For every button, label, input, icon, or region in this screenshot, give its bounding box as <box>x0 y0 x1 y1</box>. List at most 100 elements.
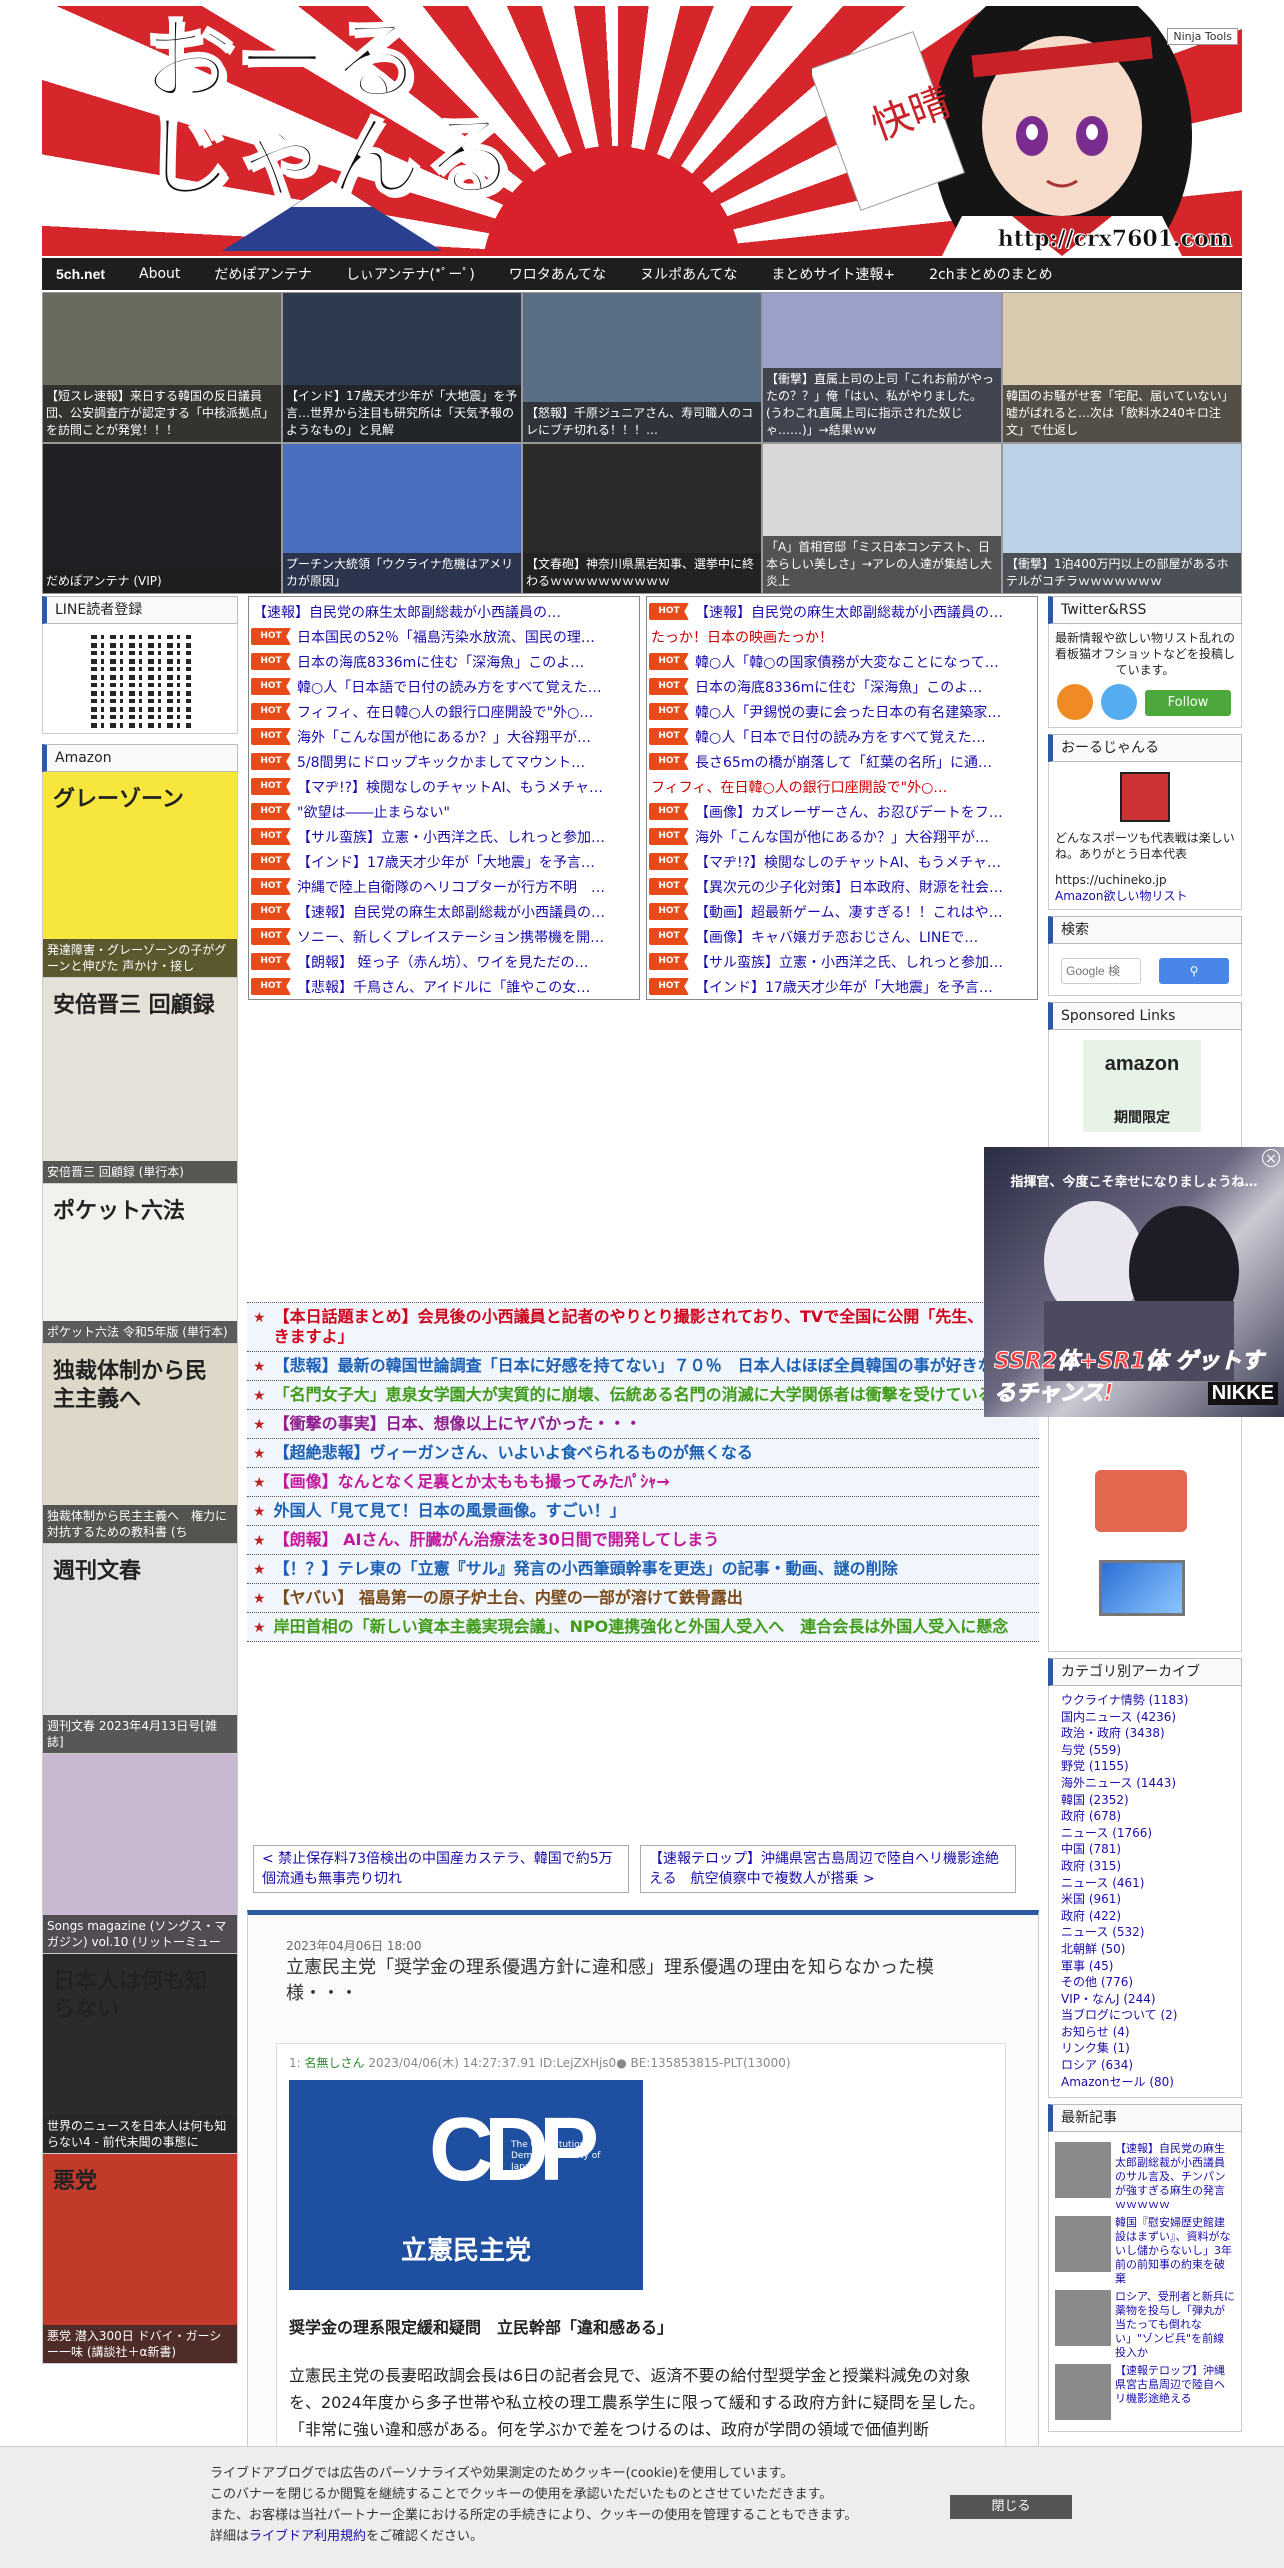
recent-post-item[interactable]: 韓国『慰安婦歴史館建設はまずい』、資料がないし儲からないし」3年前の前知事の約束… <box>1055 2216 1235 2286</box>
amazon-book-item[interactable]: 独裁体制から民主主義へ 独裁体制から民主主義へ 権力に対抗するための教科書 (ち <box>42 1344 238 1544</box>
featured-headline-text[interactable]: 【画像】なんとなく足裏とか太ももも撮ってみたﾊﾟｼｬ→ <box>274 1472 670 1492</box>
featured-headline[interactable]: ★ 【衝撃の事実】日本、想像以上にヤバかった・・・ <box>247 1410 1039 1439</box>
hot-list-link[interactable]: 【マヂ!?】検閲なしのチャットAI、もうメチャ… <box>297 777 603 797</box>
featured-headline[interactable]: ★ 【朗報】 AIさん、肝臓がん治療法を30日間で開発してしまう <box>247 1526 1039 1555</box>
category-link[interactable]: 米国 (961) <box>1055 1891 1235 1908</box>
category-link[interactable]: 政府 (678) <box>1055 1808 1235 1825</box>
category-link[interactable]: ウクライナ情勢 (1183) <box>1055 1692 1235 1709</box>
hot-list-item[interactable]: HOT 【速報】自民党の麻生太郎副総裁が小西議員の… <box>647 599 1037 624</box>
hot-list-link[interactable]: 沖縄で陸上自衛隊のヘリコプターが行方不明 … <box>297 877 605 897</box>
hot-list-item[interactable]: HOT 沖縄で陸上自衛隊のヘリコプターが行方不明 … <box>249 874 639 899</box>
hot-list-item[interactable]: HOT ソニー、新しくプレイステーション携帯機を開… <box>249 924 639 949</box>
hot-list-link[interactable]: 【異次元の少子化対策】日本政府、財源を社会… <box>695 877 1003 897</box>
hot-list-link[interactable]: 【速報】自民党の麻生太郎副総裁が小西議員の… <box>297 902 605 922</box>
featured-headline[interactable]: ★ 【超絶悲報】ヴィーガンさん、いよいよ食べられるものが無くなる <box>247 1439 1039 1468</box>
featured-headline-text[interactable]: 岸田首相の「新しい資本主義実現会議」、NPO連携強化と外国人受入へ 連合会長は外… <box>274 1617 1009 1637</box>
hot-list-item[interactable]: HOT 韓○人「日本語で日付の読み方をすべて覚えた… <box>249 674 639 699</box>
terms-link[interactable]: ライブドア利用規約 <box>249 2529 366 2544</box>
hot-list-item[interactable]: HOT 【速報】自民党の麻生太郎副総裁が小西議員の… <box>249 899 639 924</box>
category-link[interactable]: 政治・政府 (3438) <box>1055 1725 1235 1742</box>
hot-list-item[interactable]: HOT 【画像】カズレーザーさん、お忍びデートをフ… <box>647 799 1037 824</box>
amazon-book-item[interactable]: グレーゾーン 発達障害・グレーゾーンの子がグーンと伸びた 声かけ・接し <box>42 772 238 978</box>
hot-list-link[interactable]: 【インド】17歳天才少年が「大地震」を予言… <box>297 852 595 872</box>
nav-link-5ch[interactable]: 5ch.net <box>56 266 105 282</box>
amazon-wishlist-link[interactable]: Amazon欲しい物リスト <box>1055 889 1188 903</box>
nav-link-shii[interactable]: しぃアンテナ(*ﾟーﾟ) <box>346 264 475 284</box>
featured-headline-text[interactable]: 【悲報】最新の韓国世論調査「日本に好感を持てない」７０％ 日本人はほぼ全員韓国の… <box>274 1356 1026 1376</box>
floating-game-ad[interactable]: 指揮官、今度こそ幸せになりましょうね… SSR2体+SR1体 ゲットするチャンス… <box>984 1147 1284 1417</box>
featured-headline[interactable]: ★ 【本日話題まとめ】会見後の小西議員と記者のやりとり撮影されており、TVで全国に… <box>247 1303 1039 1352</box>
hot-list-link[interactable]: 【画像】カズレーザーさん、お忍びデートをフ… <box>695 802 1003 822</box>
antenna-thumbnail[interactable]: 【短スレ速報】来日する韓国の反日議員団、公安調査庁が認定する「中核派拠点」を訪問… <box>42 292 282 443</box>
featured-headline[interactable]: ★ 【ヤバい】 福島第一の原子炉土台、内壁の一部が溶けて鉄骨露出 <box>247 1584 1039 1613</box>
featured-headline-text[interactable]: 「名門女子大」恵泉女学園大が実質的に崩壊、伝統ある名門の消滅に大学関係者は衝撃を… <box>274 1385 994 1405</box>
featured-headline[interactable]: ★ 「名門女子大」恵泉女学園大が実質的に崩壊、伝統ある名門の消滅に大学関係者は衝撃… <box>247 1381 1039 1410</box>
amazon-book-item[interactable]: 安倍晋三 回顧録 安倍晋三 回顧録 (単行本) <box>42 978 238 1184</box>
hot-list-item[interactable]: HOT 【サル蛮族】立憲・小西洋之氏、しれっと参加… <box>647 949 1037 974</box>
site-profile-link[interactable]: https://uchineko.jp <box>1055 872 1235 888</box>
antenna-thumbnail[interactable]: 【怒報】千原ジュニアさん、寿司職人のコレにブチ切れる！！！… <box>522 292 762 443</box>
hot-list-item[interactable]: HOT 【サル蛮族】立憲・小西洋之氏、しれっと参加… <box>249 824 639 849</box>
hot-list-item[interactable]: HOT 日本の海底8336mに住む「深海魚」このよ… <box>647 674 1037 699</box>
site-url[interactable]: http://crx7601.com <box>998 226 1233 253</box>
hot-list-item[interactable]: HOT 【画像】キャバ嬢ガチ恋おじさん、LINEで… <box>647 924 1037 949</box>
featured-headline-text[interactable]: 【ヤバい】 福島第一の原子炉土台、内壁の一部が溶けて鉄骨露出 <box>274 1588 743 1608</box>
featured-headline-text[interactable]: 外国人「見て見て！日本の風景画像。すごい！」 <box>274 1501 626 1521</box>
next-article-link[interactable]: 【速報テロップ】沖縄県宮古島周辺で陸自ヘリ機影途絶える 航空偵察中で複数人が搭乗… <box>640 1845 1016 1893</box>
follow-button[interactable]: Follow <box>1145 690 1231 716</box>
amazon-book-item[interactable]: ポケット六法 ポケット六法 令和5年版 (単行本) <box>42 1184 238 1344</box>
hot-list-item[interactable]: HOT 【インド】17歳天才少年が「大地震」を予言… <box>249 849 639 874</box>
hot-list-link[interactable]: 【サル蛮族】立憲・小西洋之氏、しれっと参加… <box>297 827 605 847</box>
amazon-book-item[interactable]: 週刊文春 週刊文春 2023年4月13日号[雑誌] <box>42 1544 238 1754</box>
category-link[interactable]: VIP・なんJ (244) <box>1055 1991 1235 2008</box>
rss-icon[interactable] <box>1057 684 1093 720</box>
category-link[interactable]: 軍事 (45) <box>1055 1958 1235 1975</box>
prev-article-link[interactable]: < 禁止保存料73倍検出の中国産カステラ、韓国で約5万個流通も無事売り切れ <box>253 1845 629 1893</box>
nav-link-about[interactable]: About <box>139 266 180 282</box>
hot-list-link[interactable]: 韓○人「日本で日付の読み方をすべて覚えた… <box>695 727 986 747</box>
hot-list-item[interactable]: HOT 韓○人「尹錫悦の妻に会った日本の有名建築家… <box>647 699 1037 724</box>
category-link[interactable]: 当ブログについて (2) <box>1055 2007 1235 2024</box>
hot-list-link[interactable]: 韓○人「尹錫悦の妻に会った日本の有名建築家… <box>695 702 1001 722</box>
category-link[interactable]: 海外ニュース (1443) <box>1055 1775 1235 1792</box>
qr-code-image[interactable] <box>91 632 191 728</box>
ninja-tools-badge[interactable]: Ninja Tools <box>1167 28 1238 45</box>
featured-headline-text[interactable]: 【衝撃の事実】日本、想像以上にヤバかった・・・ <box>274 1414 642 1434</box>
amazon-book-item[interactable]: 悪党 悪党 潜入300日 ドバイ・ガーシー一味 (講談社＋α新書) <box>42 2154 238 2364</box>
category-link[interactable]: 国内ニュース (4236) <box>1055 1709 1235 1726</box>
hot-list-item[interactable]: HOT "欲望は――止まらない" <box>249 799 639 824</box>
antenna-thumbnail[interactable]: 【衝撃】1泊400万円以上の部屋があるホテルがコチラｗｗｗｗｗｗｗ <box>1002 443 1242 594</box>
featured-headline[interactable]: ★ 岸田首相の「新しい資本主義実現会議」、NPO連携強化と外国人受入へ 連合会長は… <box>247 1613 1039 1642</box>
site-logo[interactable]: おーる じゃんる <box>140 12 518 207</box>
featured-headline[interactable]: ★ 【悲報】最新の韓国世論調査「日本に好感を持てない」７０％ 日本人はほぼ全員韓国… <box>247 1352 1039 1381</box>
nav-link-matome-plus[interactable]: まとめサイト速報+ <box>771 264 895 284</box>
hot-list-link[interactable]: 日本の海底8336mに住む「深海魚」このよ… <box>695 677 982 697</box>
hot-list-link[interactable]: 【朗報】 姪っ子（赤ん坊）、ワイを見ただの… <box>297 952 588 972</box>
hot-list-item[interactable]: HOT 【動画】超最新ゲーム、凄すぎる！！これはや… <box>647 899 1037 924</box>
hot-list-item[interactable]: HOT 韓○人「日本で日付の読み方をすべて覚えた… <box>647 724 1037 749</box>
hot-list-link[interactable]: 【速報】自民党の麻生太郎副総裁が小西議員の… <box>695 602 1003 622</box>
hot-list-item[interactable]: HOT 【マヂ!?】検閲なしのチャットAI、もうメチャ… <box>647 849 1037 874</box>
category-link[interactable]: お知らせ (4) <box>1055 2024 1235 2041</box>
recent-post-item[interactable]: 【速報】自民党の麻生太郎副総裁が小西議員のサル言及、チンパンが強すぎる麻生の発言… <box>1055 2142 1235 2212</box>
category-link[interactable]: 北朝鮮 (50) <box>1055 1941 1235 1958</box>
recent-post-link[interactable]: 【速報テロップ】沖縄県宮古島周辺で陸自ヘリ機影途絶える <box>1115 2364 1235 2420</box>
hot-list-link[interactable]: 【画像】キャバ嬢ガチ恋おじさん、LINEで… <box>695 927 978 947</box>
ad-close-button[interactable]: × <box>1262 1149 1280 1167</box>
hot-list-link[interactable]: 韓○人「日本語で日付の読み方をすべて覚えた… <box>297 677 602 697</box>
hot-list-link[interactable]: 【悲報】千鳥さん、アイドルに「誰やこの女… <box>297 977 590 997</box>
featured-headline[interactable]: ★ 外国人「見て見て！日本の風景画像。すごい！」 <box>247 1497 1039 1526</box>
hot-list-item[interactable]: HOT 日本国民の52％「福島汚染水放流、国民の理… <box>249 624 639 649</box>
hot-list-item[interactable]: たっか！日本の映画たっか！ <box>647 624 1037 649</box>
antenna-thumbnail[interactable]: 【衝撃】直属上司の上司「これお前がやったの？？」俺「はい、私がやりました。(うわ… <box>762 292 1002 443</box>
category-link[interactable]: ニュース (461) <box>1055 1875 1235 1892</box>
recent-post-link[interactable]: 【速報】自民党の麻生太郎副総裁が小西議員のサル言及、チンパンが強すぎる麻生の発言… <box>1115 2142 1235 2212</box>
hot-list-item[interactable]: HOT 【インド】17歳天才少年が「大地震」を予言… <box>647 974 1037 999</box>
category-link[interactable]: ロシア (634) <box>1055 2057 1235 2074</box>
hot-list-link[interactable]: 韓○人「韓○の国家債務が大変なことになって… <box>695 652 999 672</box>
category-link[interactable]: 政府 (422) <box>1055 1908 1235 1925</box>
category-link[interactable]: その他 (776) <box>1055 1974 1235 1991</box>
hot-list-item[interactable]: フィフィ、在日韓○人の銀行口座開設で"外○… <box>647 774 1037 799</box>
nav-link-matome-of-matome[interactable]: 2chまとめのまとめ <box>929 264 1052 284</box>
hot-list-item[interactable]: HOT 【悲報】千鳥さん、アイドルに「誰やこの女… <box>249 974 639 999</box>
